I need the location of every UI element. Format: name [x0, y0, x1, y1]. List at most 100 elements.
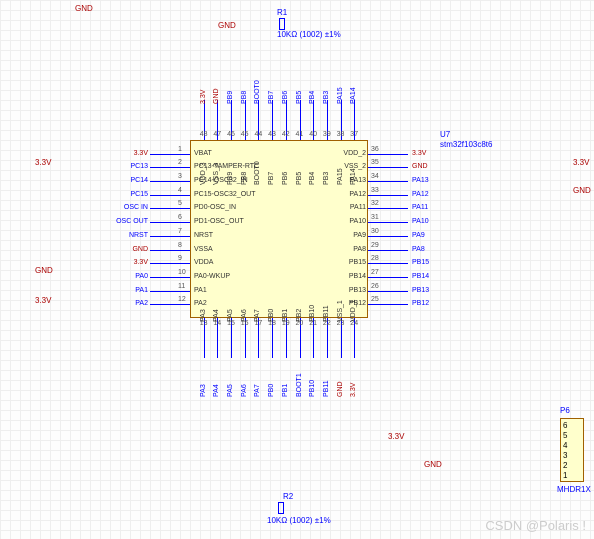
net-label: PB8 [241, 91, 248, 104]
net-label: 3.3V [350, 383, 357, 397]
pin-name: PA12 [332, 191, 366, 198]
pin-name: PB14 [332, 273, 366, 280]
pin-num: 4 [178, 187, 182, 194]
pin-name: PA9 [332, 232, 366, 239]
pin-num: 7 [178, 228, 182, 235]
r2-val: 10KΩ (1002) ±1% [267, 516, 331, 525]
pin-num: 34 [371, 173, 379, 180]
pin-name: PB6 [282, 172, 289, 185]
pin-num: 47 [213, 131, 221, 138]
net-label: PB10 [309, 380, 316, 397]
pin-stub [150, 277, 190, 278]
net-label: PA0 [110, 273, 148, 280]
pin-name: VDD_1 [350, 299, 357, 322]
gnd-bottom: GND [424, 460, 442, 469]
pin-num: 5 [178, 200, 182, 207]
pin-stub [368, 208, 408, 209]
net-label: PA14 [350, 87, 357, 104]
net-label: PA12 [412, 191, 429, 198]
pin-name: VSSA [194, 246, 213, 253]
pin-name: PA8 [332, 246, 366, 253]
pin-num: 8 [178, 242, 182, 249]
net-label: PA5 [227, 384, 234, 397]
pin-name: PA11 [332, 204, 366, 211]
net-label: PA8 [412, 246, 425, 253]
pin-name: NRST [194, 232, 213, 239]
pin-stub [150, 208, 190, 209]
net-label: PB0 [268, 384, 275, 397]
pin-stub [368, 263, 408, 264]
net-label: BOOT1 [296, 373, 303, 397]
pin-name: PB3 [323, 172, 330, 185]
3v3-top-left: GND [75, 4, 93, 13]
pin-num: 3 [178, 173, 182, 180]
connector-p6: 654321 [560, 418, 584, 482]
pin-num: 45 [241, 131, 249, 138]
p6-pins: 654321 [563, 421, 581, 481]
3v3-bottom: 3.3V [388, 432, 404, 441]
watermark: CSDN @Polaris ! [485, 518, 586, 533]
net-label: PB15 [412, 259, 429, 266]
pin-num: 46 [227, 131, 235, 138]
pin-name: PB5 [296, 172, 303, 185]
pin-num: 41 [296, 131, 304, 138]
net-label: PC15 [110, 191, 148, 198]
p6-ref: P6 [560, 406, 570, 415]
pin-num: 43 [268, 131, 276, 138]
pin-num: 1 [178, 146, 182, 153]
pin-name: VBAT [194, 150, 212, 157]
net-label: PB9 [227, 91, 234, 104]
pin-num: 40 [309, 131, 317, 138]
pin-name: PA5 [227, 309, 234, 322]
pin-num: 32 [371, 200, 379, 207]
net-label: PA2 [110, 300, 148, 307]
pin-name: PD1-OSC_OUT [194, 218, 244, 225]
net-label: PB1 [282, 384, 289, 397]
pin-name: PA6 [241, 309, 248, 322]
net-label: 3.3V [200, 90, 207, 104]
p6-part: MHDR1X [557, 485, 591, 494]
pin-num: 10 [178, 269, 186, 276]
pin-num: 11 [178, 283, 185, 290]
net-label: PA3 [200, 384, 207, 397]
r2-ref: R2 [283, 492, 293, 501]
pin-num: 2 [178, 159, 182, 166]
pin-stub [150, 250, 190, 251]
pin-name: PA2 [194, 300, 207, 307]
pin-num: 36 [371, 146, 379, 153]
net-label: PA15 [337, 87, 344, 104]
gnd-right: GND [573, 186, 591, 195]
net-label: PA7 [254, 384, 261, 397]
net-label: PB12 [412, 300, 429, 307]
net-label: BOOT0 [254, 80, 261, 104]
pin-num: 48 [200, 131, 208, 138]
pin-name: PA1 [194, 287, 207, 294]
pin-num: 29 [371, 242, 379, 249]
net-label: PA11 [412, 204, 428, 211]
net-label: PA4 [213, 384, 220, 397]
net-label: PB5 [296, 91, 303, 104]
pin-name: PB4 [309, 172, 316, 185]
net-label: GND [110, 246, 148, 253]
pin-num: 12 [178, 296, 186, 303]
net-label: GND [337, 381, 344, 397]
pin-num: 25 [371, 296, 379, 303]
pin-num: 33 [371, 187, 379, 194]
net-label: PB6 [282, 91, 289, 104]
3v3-right: 3.3V [573, 158, 589, 167]
pin-name: PA13 [332, 177, 366, 184]
pin-name: PC14-OSC32_IN [194, 177, 248, 184]
3v3-leftlow: 3.3V [35, 296, 51, 305]
pin-stub [368, 222, 408, 223]
pin-num: 35 [371, 159, 379, 166]
net-label: PB13 [412, 287, 429, 294]
pin-name: PB13 [332, 287, 366, 294]
net-label: OSC IN [110, 204, 148, 211]
net-label: PB14 [412, 273, 429, 280]
net-label: 3.3V [412, 150, 426, 157]
pin-name: PC13-TAMPER-RTC [194, 163, 259, 170]
pin-num: 9 [178, 255, 182, 262]
pin-num: 38 [337, 131, 345, 138]
pin-num: 26 [371, 283, 379, 290]
pin-stub [150, 167, 190, 168]
